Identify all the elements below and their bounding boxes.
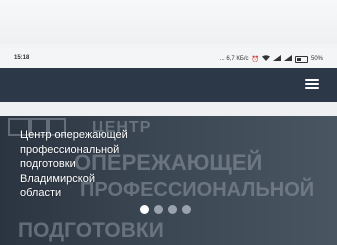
hero-heading: Центр опережающей профессиональной подго… (20, 128, 150, 201)
signal-icon (272, 55, 281, 63)
header-gap (0, 102, 337, 116)
hamburger-menu-icon[interactable] (305, 77, 319, 91)
site-header (0, 68, 337, 102)
slider-dot-1[interactable] (140, 205, 149, 214)
screen-glare (0, 0, 337, 44)
slider-dot-4[interactable] (182, 205, 191, 214)
signal-icon-2 (283, 55, 292, 63)
hero-heading-line: подготовки (20, 158, 76, 170)
bg-logo-line-4: ПОДГОТОВКИ (18, 219, 164, 242)
battery-percent: 50% (310, 56, 323, 62)
slider-dot-3[interactable] (168, 205, 177, 214)
status-icons: ... 6,7 КБ/с ⏰ 50% (220, 55, 323, 63)
hero-slider: ЦЕНТР ОПЕРЕЖАЮЩЕЙ ПРОФЕССИОНАЛЬНОЙ ПОДГО… (0, 116, 337, 245)
network-speed: ... 6,7 КБ/с (219, 56, 249, 62)
alarm-icon: ⏰ (251, 56, 259, 63)
status-bar: 15:18 ... 6,7 КБ/с ⏰ 50% (0, 48, 337, 68)
wifi-icon (261, 55, 270, 63)
hero-heading-line: области (20, 187, 62, 199)
status-time: 15:18 (14, 55, 30, 61)
slider-dots (140, 205, 191, 214)
hero-heading-line: Владимирской (20, 172, 95, 185)
hero-heading-line: Центр опережающей (20, 129, 128, 141)
battery-icon (294, 55, 308, 63)
hero-heading-line: профессиональной (20, 143, 120, 156)
slider-dot-2[interactable] (154, 205, 163, 214)
